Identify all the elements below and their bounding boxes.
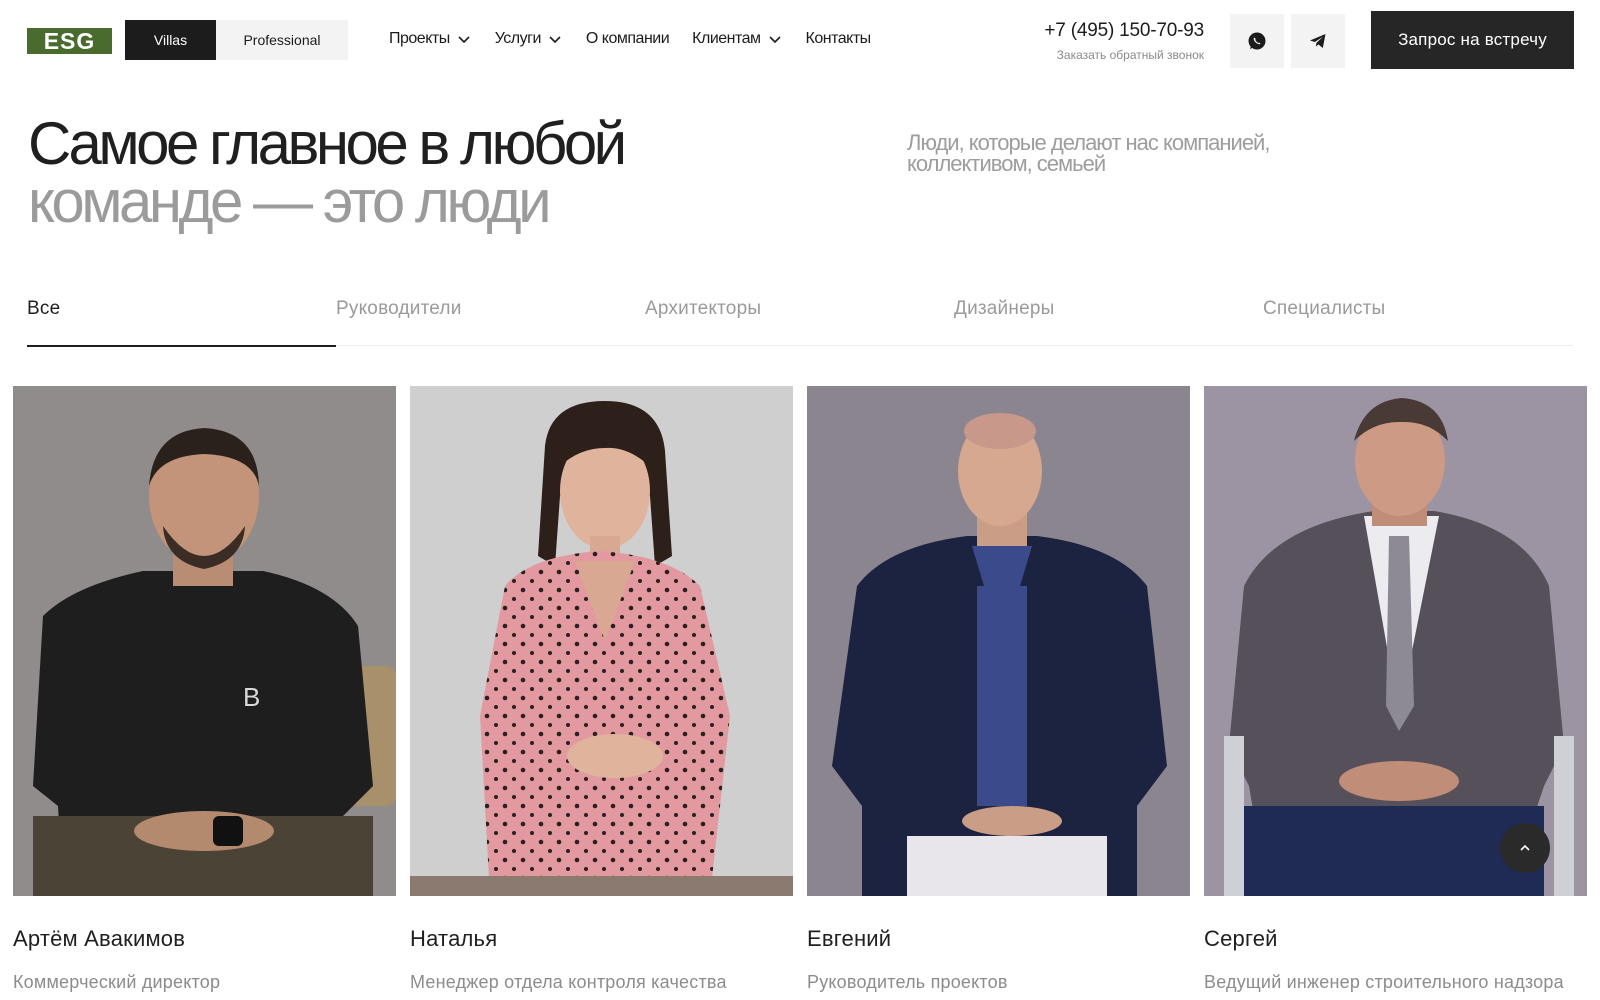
main-nav: Проекты Услуги О компании Клиентам Конта… [389, 28, 894, 50]
page-title-line-2: команде — это люди [28, 168, 552, 235]
nav-item-label: Контакты [805, 30, 872, 47]
callback-link[interactable]: Заказать обратный звонок [1044, 48, 1204, 62]
whatsapp-icon [1248, 32, 1266, 50]
team-member-photo [410, 386, 793, 896]
team-member-role: Ведущий инженер строительного надзора по… [1204, 972, 1564, 992]
team-member-photo [1204, 386, 1587, 896]
nav-item-services[interactable]: Услуги [495, 30, 563, 48]
nav-item-about[interactable]: О компании [585, 30, 670, 48]
nav-item-clients[interactable]: Клиентам [692, 30, 782, 48]
esg-logo[interactable]: ESG [27, 28, 112, 54]
scroll-to-top-button[interactable] [1500, 823, 1550, 873]
team-member-photo [807, 386, 1190, 896]
svg-text:B: B [243, 682, 260, 712]
team-card[interactable]: Сергей Ведущий инженер строительного над… [1204, 386, 1587, 1000]
team-filter-tabs: Все Руководители Архитекторы Дизайнеры С… [27, 280, 1573, 347]
nav-item-label: Услуги [494, 30, 542, 47]
telegram-button[interactable] [1291, 14, 1345, 68]
tab-designers[interactable]: Дизайнеры [954, 280, 1263, 346]
team-card[interactable]: Евгений Руководитель проектов [807, 386, 1190, 1000]
nav-item-projects[interactable]: Проекты [389, 30, 472, 48]
team-member-name: Сергей [1204, 926, 1278, 951]
page-title: Самое главное в любой команде — это люди [28, 110, 627, 235]
phone-number[interactable]: +7 (495) 150-70-93 [1044, 20, 1204, 42]
team-card[interactable]: B Артём Авакимов Коммерческий директор [13, 386, 396, 1000]
nav-item-label: Проекты [389, 30, 450, 47]
chevron-down-icon [768, 36, 781, 44]
team-member-name: Наталья [410, 926, 498, 951]
tab-specialists[interactable]: Специалисты [1263, 280, 1572, 346]
team-member-name: Евгений [807, 926, 892, 951]
nav-item-label: О компании [585, 30, 670, 47]
meeting-request-button[interactable]: Запрос на встречу [1371, 11, 1574, 69]
brand-switch: Villas Professional [125, 20, 348, 60]
team-member-role: Руководитель проектов [807, 972, 1008, 992]
team-member-role: Менеджер отдела контроля качества [410, 972, 727, 992]
phone-block: +7 (495) 150-70-93 Заказать обратный зво… [1044, 20, 1204, 62]
chevron-down-icon [549, 36, 561, 44]
logo-text: ESG [43, 27, 96, 54]
tab-architects[interactable]: Архитекторы [645, 280, 954, 346]
page-title-line-1: Самое главное в любой [28, 110, 627, 177]
brand-switch-professional[interactable]: Professional [216, 20, 348, 60]
tab-managers[interactable]: Руководители [336, 280, 645, 346]
page-subtitle: Люди, которые делают нас компанией, колл… [907, 130, 1270, 176]
team-card[interactable]: Наталья Менеджер отдела контроля качеств… [410, 386, 793, 1000]
whatsapp-button[interactable] [1230, 14, 1284, 68]
team-member-photo: B [13, 386, 396, 896]
telegram-icon [1310, 34, 1326, 48]
brand-switch-villas[interactable]: Villas [125, 20, 216, 60]
tab-all[interactable]: Все [27, 280, 336, 347]
chevron-down-icon [458, 36, 470, 44]
site-header: ESG Villas Professional Проекты Услуги О… [0, 0, 1600, 80]
team-member-role: Коммерческий директор [13, 972, 221, 992]
nav-item-contacts[interactable]: Контакты [805, 30, 872, 48]
chevron-up-icon [1520, 844, 1530, 851]
team-member-name: Артём Авакимов [13, 926, 186, 951]
nav-item-label: Клиентам [692, 30, 761, 47]
team-grid: B Артём Авакимов Коммерческий директор Н… [13, 386, 1589, 1000]
